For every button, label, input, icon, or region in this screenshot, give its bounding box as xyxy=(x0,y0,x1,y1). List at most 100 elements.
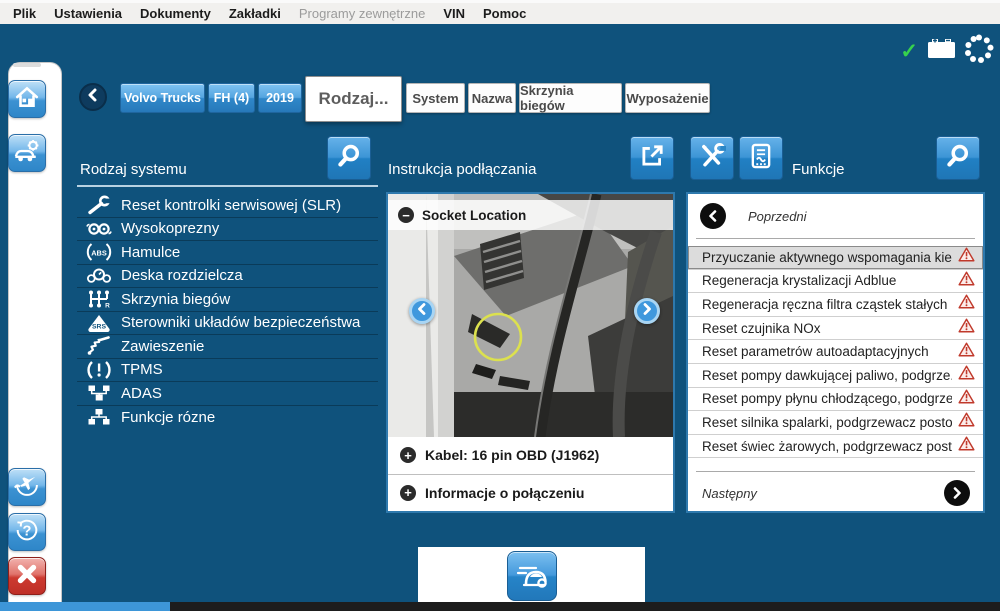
menu-dokumenty[interactable]: Dokumenty xyxy=(131,6,220,21)
menu-programy-zewnetrzne: Programy zewnętrzne xyxy=(298,6,426,21)
function-label: Regeneracja krystalizacji Adblue xyxy=(702,273,897,289)
system-item-brakes[interactable]: ABS Hamulce xyxy=(77,241,378,265)
menu-ustawienia[interactable]: Ustawienia xyxy=(45,6,131,21)
socket-location-header[interactable]: − Socket Location xyxy=(388,200,673,230)
dashboard-icon xyxy=(77,266,121,286)
external-link-icon xyxy=(639,143,665,174)
procedures-icon xyxy=(747,142,775,175)
photo-prev-button[interactable] xyxy=(409,298,435,324)
functions-search-button[interactable] xyxy=(936,136,980,180)
help-button[interactable]: ? xyxy=(8,513,46,551)
crumb-model-button[interactable]: FH (4) xyxy=(208,83,255,113)
chevron-right-icon xyxy=(641,302,653,320)
help-icon: ? xyxy=(13,516,41,549)
expand-icon: + xyxy=(400,447,416,463)
system-item-label: Sterowniki układów bezpieczeństwa xyxy=(121,314,361,332)
photo-next-button[interactable] xyxy=(634,298,660,324)
tab-rodzaj-active[interactable]: Rodzaj... xyxy=(305,76,402,122)
warning-icon xyxy=(958,436,975,456)
tab-skrzynia-biegow[interactable]: Skrzynia biegów xyxy=(519,83,622,113)
accordion-cable-label: Kabel: 16 pin OBD (J1962) xyxy=(425,447,600,463)
previous-label: Poprzedni xyxy=(748,208,807,224)
socket-location-label: Socket Location xyxy=(422,207,527,223)
connection-ok-icon: ✓ xyxy=(900,40,918,63)
gearbox-icon: R xyxy=(77,289,121,309)
spinner-dots-icon xyxy=(964,34,994,69)
warning-icon xyxy=(958,342,975,362)
chevron-left-icon xyxy=(416,302,428,320)
abs-brakes-icon: ABS xyxy=(77,242,121,262)
function-item[interactable]: Regeneracja ręczna filtra cząstek stałyc… xyxy=(688,293,983,317)
home-icon xyxy=(14,84,40,115)
tab-system[interactable]: System xyxy=(406,83,465,113)
home-button[interactable] xyxy=(8,80,46,118)
previous-page-row: Poprzedni xyxy=(700,203,807,229)
crumb-make-button[interactable]: Volvo Trucks xyxy=(120,83,205,113)
tab-nazwa[interactable]: Nazwa xyxy=(468,83,516,113)
suspension-icon xyxy=(77,336,121,356)
expand-icon: + xyxy=(400,484,416,501)
function-label: Reset parametrów autoadaptacyjnych xyxy=(702,344,929,360)
system-item-engine[interactable]: Wysokoprezny xyxy=(77,218,378,241)
system-item-dashboard[interactable]: Deska rozdzielcza xyxy=(77,265,378,288)
status-icons: ✓ xyxy=(900,34,994,69)
rail-divider xyxy=(13,63,41,67)
open-external-button[interactable] xyxy=(630,136,674,180)
function-item[interactable]: Reset pompy płynu chłodzącego, podgrze..… xyxy=(688,388,983,412)
offline-mode-button[interactable] xyxy=(8,468,46,506)
vehicle-session-button[interactable] xyxy=(506,551,557,601)
system-item-suspension[interactable]: Zawieszenie xyxy=(77,335,378,359)
function-item[interactable]: Przyuczanie aktywnego wspomagania kier..… xyxy=(688,246,983,270)
previous-page-button[interactable] xyxy=(700,203,726,229)
tools-button[interactable] xyxy=(690,136,734,180)
menu-zakladki[interactable]: Zakładki xyxy=(220,6,290,21)
airplane-icon xyxy=(13,471,41,504)
function-item[interactable]: Reset silnika spalarki, podgrzewacz post… xyxy=(688,411,983,435)
taskbar-strip xyxy=(170,602,1000,611)
warning-icon xyxy=(958,271,975,291)
system-item-gearbox[interactable]: R Skrzynia biegów xyxy=(77,288,378,312)
exit-button[interactable] xyxy=(8,557,46,595)
function-item[interactable]: Reset parametrów autoadaptacyjnych xyxy=(688,340,983,364)
collapse-icon: − xyxy=(398,207,414,223)
misc-functions-icon xyxy=(77,407,121,427)
menu-pomoc[interactable]: Pomoc xyxy=(474,6,535,21)
system-item-slr[interactable]: Reset kontrolki serwisowej (SLR) xyxy=(77,194,378,218)
back-button[interactable] xyxy=(79,83,107,111)
accordion-connection-info[interactable]: + Informacje o połączeniu xyxy=(388,474,673,510)
svg-text:ABS: ABS xyxy=(91,249,107,258)
svg-text:SRS: SRS xyxy=(92,323,106,330)
functions-panel-title: Funkcje xyxy=(792,161,845,178)
system-search-button[interactable] xyxy=(327,136,371,180)
tools-icon xyxy=(698,142,727,175)
system-item-label: Deska rozdzielcza xyxy=(121,267,243,285)
crumb-year-button[interactable]: 2019 xyxy=(258,83,302,113)
menu-plik[interactable]: Plik xyxy=(4,6,45,21)
function-item[interactable]: Reset pompy dawkującej paliwo, podgrze..… xyxy=(688,364,983,388)
adas-icon xyxy=(77,383,121,403)
tab-wyposazenie[interactable]: Wyposażenie xyxy=(625,83,710,113)
next-page-row: Następny xyxy=(702,480,970,506)
warning-icon xyxy=(958,294,975,314)
system-panel-title: Rodzaj systemu xyxy=(80,161,187,178)
vehicle-diagnostics-button[interactable] xyxy=(8,134,46,172)
function-item[interactable]: Reset świec żarowych, podgrzewacz posto.… xyxy=(688,435,983,459)
system-item-srs[interactable]: SRS Sterowniki układów bezpieczeństwa xyxy=(77,312,378,335)
function-label: Reset pompy płynu chłodzącego, podgrze..… xyxy=(702,391,952,407)
separator xyxy=(696,471,975,472)
service-wrench-icon xyxy=(77,195,121,215)
svg-text:?: ? xyxy=(23,523,32,539)
menu-vin[interactable]: VIN xyxy=(434,6,474,21)
function-item[interactable]: Regeneracja krystalizacji Adblue xyxy=(688,270,983,294)
system-item-label: Wysokoprezny xyxy=(121,220,220,238)
accordion-cable[interactable]: + Kabel: 16 pin OBD (J1962) xyxy=(388,437,673,473)
system-panel-underline xyxy=(77,185,378,187)
next-page-button[interactable] xyxy=(944,480,970,506)
procedures-button[interactable] xyxy=(739,136,783,180)
system-item-misc[interactable]: Funkcje rózne xyxy=(77,406,378,430)
connection-panel-title: Instrukcja podłączania xyxy=(388,161,537,178)
system-item-label: Skrzynia biegów xyxy=(121,290,231,308)
system-item-adas[interactable]: ADAS xyxy=(77,382,378,406)
system-item-tpms[interactable]: TPMS xyxy=(77,359,378,382)
function-item[interactable]: Reset czujnika NOx xyxy=(688,317,983,341)
